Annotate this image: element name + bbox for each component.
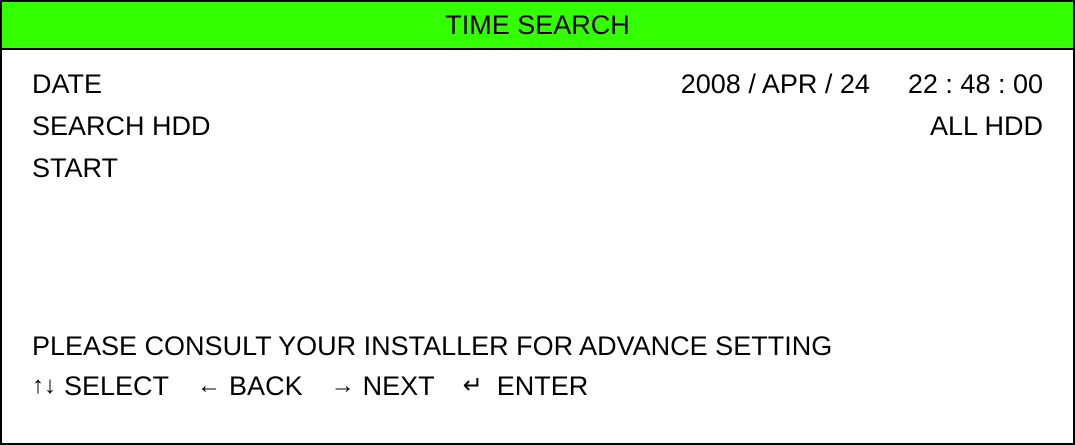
title-bar: TIME SEARCH	[2, 2, 1073, 50]
time-field[interactable]: 22 : 48 : 00	[908, 69, 1043, 99]
left-arrow-icon: ←	[197, 372, 222, 399]
start-row[interactable]: START	[32, 152, 1043, 184]
page-title: TIME SEARCH	[445, 9, 630, 40]
date-label: DATE	[32, 69, 103, 99]
hint-next-label: NEXT	[362, 371, 435, 401]
date-value[interactable]: 2008 / APR / 24 22 : 48 : 00	[681, 68, 1043, 100]
advance-setting-note: PLEASE CONSULT YOUR INSTALLER FOR ADVANC…	[32, 330, 1043, 362]
key-hints-bar: ↑↓ SELECT ← BACK → NEXT ↵ ENTER	[32, 370, 1043, 402]
start-button[interactable]: START	[32, 153, 118, 183]
enter-icon: ↵	[462, 372, 483, 399]
right-arrow-icon: →	[330, 372, 355, 399]
time-search-panel: TIME SEARCH DATE 2008 / APR / 24 22 : 48 …	[0, 0, 1075, 445]
date-row[interactable]: DATE 2008 / APR / 24 22 : 48 : 00	[32, 68, 1043, 100]
up-down-arrows-icon: ↑↓	[32, 372, 56, 399]
hint-back-label: BACK	[229, 371, 303, 401]
hint-enter: ↵ ENTER	[463, 370, 589, 402]
note-text: PLEASE CONSULT YOUR INSTALLER FOR ADVANC…	[32, 331, 833, 361]
search-hdd-row[interactable]: SEARCH HDD ALL HDD	[32, 110, 1043, 142]
hint-back: ← BACK	[197, 370, 303, 402]
search-hdd-label: SEARCH HDD	[32, 111, 211, 141]
hint-select: ↑↓ SELECT	[32, 370, 169, 402]
date-field[interactable]: 2008 / APR / 24	[681, 68, 870, 100]
search-hdd-value[interactable]: ALL HDD	[930, 110, 1043, 142]
hint-select-label: SELECT	[64, 371, 170, 401]
hint-next: → NEXT	[331, 370, 435, 402]
hint-enter-label: ENTER	[496, 371, 589, 401]
